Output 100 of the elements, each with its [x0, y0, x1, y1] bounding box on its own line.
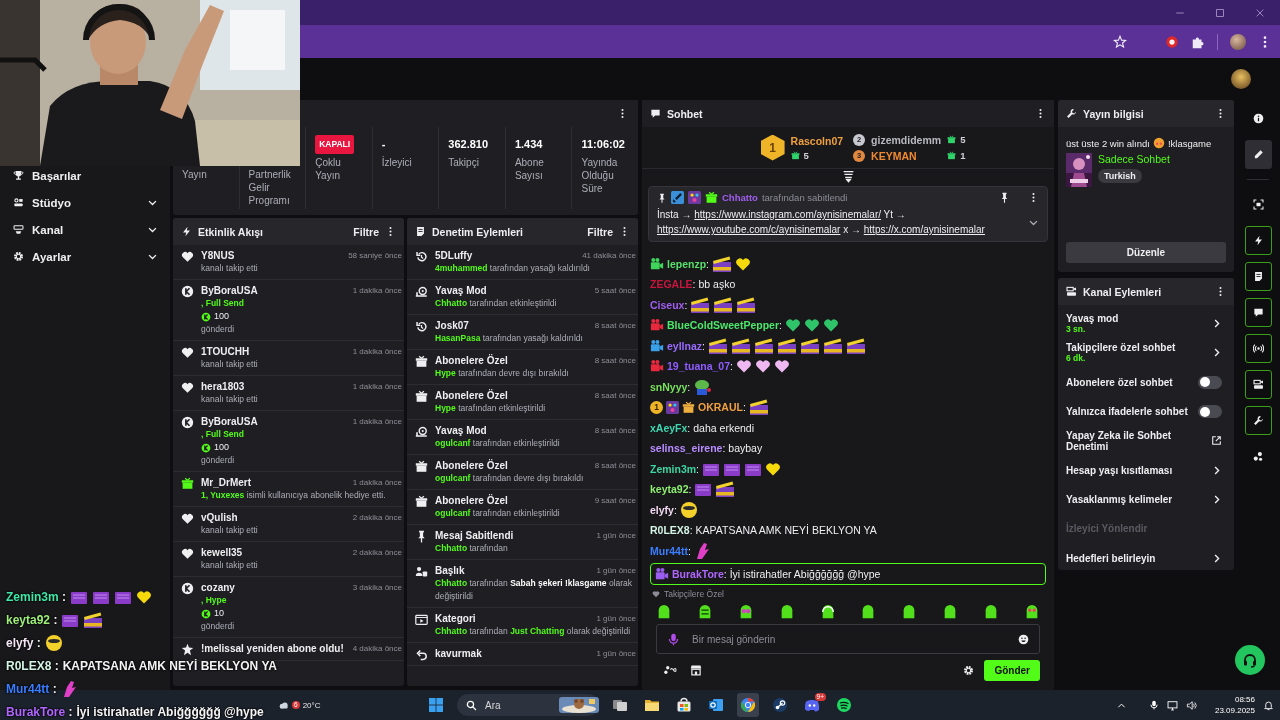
trophy-icon	[13, 170, 24, 181]
notes-button[interactable]	[1244, 262, 1272, 291]
clock-time: 08:56	[1234, 694, 1255, 705]
sidebar-item[interactable]: Ayarlar	[0, 243, 170, 270]
toggle-switch[interactable]	[1198, 375, 1222, 389]
event-detail: gönderdi	[201, 454, 236, 467]
headset-icon	[1242, 652, 1258, 668]
panel-title: Etkinlik Akışı	[198, 225, 264, 238]
sidebar-item[interactable]: Stüdyo	[0, 189, 170, 216]
setting-value: 6 dk.	[1066, 353, 1086, 364]
stream-title: !klasgame	[1167, 137, 1212, 149]
browser-button[interactable]	[737, 693, 759, 717]
stream-button[interactable]	[1244, 370, 1272, 399]
broadcast-icon	[1252, 343, 1264, 354]
panel-title: Yayın bilgisi	[1083, 107, 1145, 120]
action-title: Kategori	[435, 612, 476, 625]
blob-emote-icon[interactable]	[983, 604, 999, 620]
event-time: 58 saniye önce	[348, 250, 402, 262]
panel-title: Kanal Eylemleri	[1083, 285, 1163, 298]
weather-button[interactable]	[278, 699, 289, 711]
event-username: cozany	[201, 581, 235, 594]
clapper-emote-icon	[707, 336, 728, 355]
search-input[interactable]: Ara	[483, 698, 553, 712]
notifications-button[interactable]	[1263, 699, 1274, 711]
event-time: 1 dakika önce	[352, 346, 402, 358]
settings-button[interactable]	[963, 664, 975, 676]
event-username: 1TOUCHH	[201, 345, 250, 358]
clapper-emote-icon	[712, 254, 732, 273]
action-detail: ogulcanf tarafından devre dışı bırakıldı	[435, 472, 585, 485]
frog-emote-icon	[693, 377, 714, 396]
event-username: !melissal yeniden abone oldu!	[201, 642, 344, 655]
event-username: Mr_DrMert	[201, 476, 251, 489]
broadcast-button[interactable]	[1244, 334, 1272, 363]
stat-label: Abone Sayısı	[514, 156, 545, 182]
extension-button[interactable]	[1165, 34, 1179, 49]
chat-username: OKRAUL:	[698, 401, 746, 414]
unpin-button[interactable]	[999, 192, 1010, 203]
event-time: 4 dakika önce	[352, 643, 402, 655]
toggle-switch[interactable]	[1198, 405, 1222, 419]
store-button[interactable]	[690, 664, 702, 676]
event-username: kewell35	[201, 546, 243, 559]
gift-icon	[790, 150, 800, 160]
link[interactable]: https://www.instagram.com/aynisinemalar/	[694, 209, 881, 220]
event-time: 2 dakika önce	[352, 512, 402, 524]
clapper-emote-icon	[776, 336, 797, 355]
filter-button[interactable]: Filtre	[587, 225, 613, 238]
category-link[interactable]: Sadece Sohbet	[1098, 153, 1170, 165]
send-button[interactable]: Gönder	[984, 659, 1040, 681]
sidebar-item[interactable]: Kanal	[0, 216, 170, 243]
chat-username: Mur44tt:	[650, 544, 691, 557]
pinned-by-username: Chhatto	[722, 192, 758, 203]
chat-button[interactable]	[1244, 298, 1272, 327]
chat-username: 19_tuana_07:	[667, 360, 733, 373]
clock-date: 23.09.2025	[1214, 705, 1255, 716]
coin-icon	[180, 582, 194, 595]
clapper-emote-icon	[715, 480, 736, 499]
wrench-button[interactable]	[1244, 406, 1272, 435]
extensions-button[interactable]	[1191, 34, 1205, 49]
music-app-icon	[836, 697, 852, 713]
event-time: 1 dakika önce	[352, 416, 402, 428]
blob-emote-icon[interactable]	[819, 604, 836, 620]
avatar[interactable]	[1230, 33, 1246, 50]
setting-value: 3 sn.	[1066, 324, 1087, 335]
leaderboard-username: KEYMAN	[871, 149, 918, 162]
event-detail: gönderdi	[201, 620, 236, 633]
message-text: KAPATSANA AMK NEYİ BEKLYON YA	[62, 658, 277, 673]
sidebar-item[interactable]: Başarılar	[0, 162, 170, 189]
heart-icon	[652, 590, 660, 598]
action-time: 8 saat önce	[594, 320, 636, 332]
chat-icon	[650, 108, 661, 119]
action-time: 1 gün önce	[596, 648, 636, 660]
pinned-note: tarafından sabitlendi	[761, 192, 848, 203]
stat-value: 1.434	[514, 137, 543, 151]
chat-username: keyta92 :	[6, 612, 58, 627]
stat-value: -	[381, 137, 386, 151]
search-field[interactable]: Ara	[457, 694, 599, 716]
action-detail: ogulcanf tarafından etkinleştirildi	[435, 437, 561, 450]
wrench-icon	[1066, 108, 1077, 119]
action-title: Yavaş Mod	[435, 284, 487, 297]
collapse-button[interactable]	[841, 169, 855, 183]
edit-button[interactable]	[1244, 140, 1272, 169]
chat-username: ZEGALE:	[650, 278, 696, 291]
action-detail: 4muhammed tarafından yasağı kaldırıldı	[435, 262, 591, 275]
event-detail: gönderdi	[201, 323, 236, 336]
status-badge: KAPALI	[315, 134, 355, 154]
message-input[interactable]: Bir mesaj gönderin	[690, 632, 1008, 646]
avatar[interactable]	[1231, 69, 1251, 89]
action-detail: ogulcanf tarafından etkinleştirildi	[435, 507, 561, 520]
lightning-button[interactable]	[1244, 226, 1272, 255]
blob-emote-icon[interactable]	[656, 604, 672, 620]
language-tag: Turkish	[1098, 169, 1142, 183]
chat-username: eyllnaz:	[667, 339, 705, 352]
link[interactable]: https://x.com/aynisinemalar	[863, 224, 985, 235]
message-text: İyi istirahatler Abiğğğğğğ @hype	[729, 568, 881, 580]
support-button[interactable]	[1235, 645, 1265, 675]
bookmark-button[interactable]	[1113, 34, 1127, 49]
edit-button[interactable]: Düzenle	[1066, 242, 1226, 263]
link[interactable]: https://www.youtube.com/c/aynisinemalar	[657, 224, 841, 235]
message-field[interactable]: Bir mesaj gönderin	[656, 624, 1040, 654]
filter-button[interactable]: Filtre	[353, 225, 379, 238]
